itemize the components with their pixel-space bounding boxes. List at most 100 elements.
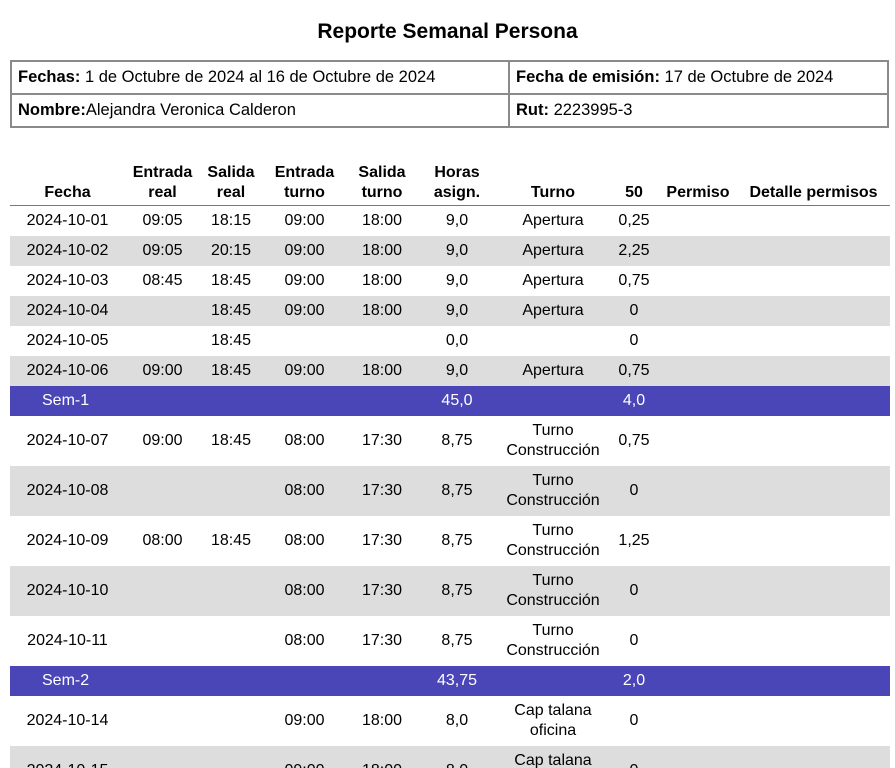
cell-fecha: 2024-10-07 (10, 415, 125, 466)
cell-salida-real (200, 565, 262, 616)
table-cell (200, 385, 262, 416)
rut-cell: Rut: 2223995-3 (508, 93, 889, 128)
table-cell (200, 665, 262, 696)
cell-detalle (737, 695, 890, 746)
cell-detalle (737, 265, 890, 296)
nombre-label: Nombre: (18, 101, 86, 119)
cell-detalle (737, 465, 890, 516)
cell-turno: Apertura (497, 265, 609, 296)
cell-permiso (659, 745, 737, 768)
cell-entrada-turno: 08:00 (262, 415, 347, 466)
cell-fecha: 2024-10-11 (10, 615, 125, 666)
table-cell (347, 385, 417, 416)
cell-entrada-turno: 09:00 (262, 695, 347, 746)
cell-entrada-turno (262, 325, 347, 356)
cell-entrada-real (125, 295, 200, 326)
column-header-line1: Entrada (274, 164, 335, 181)
cell-cincuenta: 0 (609, 325, 659, 356)
cell-fecha: 2024-10-05 (10, 325, 125, 356)
column-header-line2: real (148, 184, 177, 201)
cell-cincuenta: 0,75 (609, 355, 659, 386)
column-header-line1: Turno (530, 184, 576, 201)
cell-entrada-turno: 08:00 (262, 565, 347, 616)
table-cell (659, 665, 737, 696)
week-fifty: 4,0 (609, 385, 659, 416)
cell-fecha: 2024-10-03 (10, 265, 125, 296)
cell-horas: 9,0 (417, 205, 497, 236)
table-row: 2024-10-11 08:00 17:30 8,75 Turno Construcci… (10, 615, 890, 666)
cell-entrada-turno: 08:00 (262, 515, 347, 566)
column-header-line1: Salida (358, 164, 406, 181)
column-header-line1: Fecha (44, 184, 91, 201)
cell-horas: 8,75 (417, 565, 497, 616)
column-header-line1: Horas (434, 164, 480, 181)
cell-entrada-turno: 09:00 (262, 235, 347, 266)
cell-horas: 8,75 (417, 615, 497, 666)
cell-entrada-real: 08:45 (125, 265, 200, 296)
cell-entrada-real: 09:05 (125, 205, 200, 236)
table-cell (262, 385, 347, 416)
cell-salida-turno: 17:30 (347, 515, 417, 566)
column-header-line1: Salida (207, 164, 255, 181)
table-row: 2024-10-07 09:00 18:45 08:00 17:30 8,75 Turno … (10, 415, 890, 466)
cell-entrada-real (125, 565, 200, 616)
column-header: Salida real (200, 163, 262, 206)
cell-salida-real: 18:15 (200, 205, 262, 236)
table-cell (125, 385, 200, 416)
cell-cincuenta: 0 (609, 295, 659, 326)
cell-fecha: 2024-10-06 (10, 355, 125, 386)
table-cell (125, 665, 200, 696)
cell-salida-turno: 18:00 (347, 355, 417, 386)
cell-permiso (659, 355, 737, 386)
column-header: Detalle permisos (737, 163, 890, 206)
cell-horas: 0,0 (417, 325, 497, 356)
emision-label: Fecha de emisión: (516, 68, 660, 86)
cell-salida-turno: 17:30 (347, 565, 417, 616)
cell-horas: 9,0 (417, 295, 497, 326)
header-info-table: Fechas: 1 de Octubre de 2024 al 16 de Oc… (10, 60, 889, 128)
cell-salida-turno (347, 325, 417, 356)
cell-horas: 9,0 (417, 235, 497, 266)
cell-entrada-real: 09:05 (125, 235, 200, 266)
column-header: 50 (609, 163, 659, 206)
rut-label: Rut: (516, 101, 549, 119)
cell-entrada-turno: 08:00 (262, 465, 347, 516)
cell-salida-real: 18:45 (200, 265, 262, 296)
cell-permiso (659, 325, 737, 356)
cell-salida-real (200, 615, 262, 666)
cell-permiso (659, 205, 737, 236)
cell-fecha: 2024-10-15 (10, 745, 125, 768)
column-header: Fecha (10, 163, 125, 206)
table-row: 2024-10-15 09:0018:008,0Cap talana oficin… (10, 745, 890, 768)
cell-entrada-turno: 09:00 (262, 745, 347, 768)
column-header-line1: Permiso (666, 184, 730, 201)
cell-entrada-real (125, 695, 200, 746)
table-cell (497, 665, 609, 696)
cell-entrada-turno: 08:00 (262, 615, 347, 666)
cell-salida-real (200, 465, 262, 516)
fechas-value: 1 de Octubre de 2024 al 16 de Octubre de… (80, 68, 436, 86)
cell-detalle (737, 325, 890, 356)
cell-cincuenta: 0 (609, 745, 659, 768)
cell-cincuenta: 0 (609, 695, 659, 746)
cell-fecha: 2024-10-08 (10, 465, 125, 516)
attendance-table: Fecha Entrada real Salida real Entrada turno Sa… (10, 163, 890, 768)
nombre-cell: Nombre:Alejandra Veronica Calderon (10, 93, 510, 128)
emision-value: 17 de Octubre de 2024 (659, 68, 834, 86)
cell-entrada-real (125, 465, 200, 516)
emision-cell: Fecha de emisión: 17 de Octubre de 2024 (508, 60, 889, 95)
cell-turno: Cap talana oficina (497, 695, 609, 746)
cell-detalle (737, 355, 890, 386)
nombre-value: Alejandra Veronica Calderon (85, 101, 296, 119)
column-header-line2: asign. (433, 184, 481, 201)
cell-fecha: 2024-10-02 (10, 235, 125, 266)
cell-fecha: 2024-10-10 (10, 565, 125, 616)
cell-fecha: 2024-10-04 (10, 295, 125, 326)
cell-detalle (737, 745, 890, 768)
cell-turno: Cap talana oficina (497, 745, 609, 768)
table-row: 2024-10-14 09:00 18:00 8,0 Cap talana oficin… (10, 695, 890, 746)
week-label: Sem-1 (10, 385, 125, 416)
cell-cincuenta: 0 (609, 465, 659, 516)
cell-horas: 9,0 (417, 265, 497, 296)
cell-entrada-turno: 09:00 (262, 355, 347, 386)
